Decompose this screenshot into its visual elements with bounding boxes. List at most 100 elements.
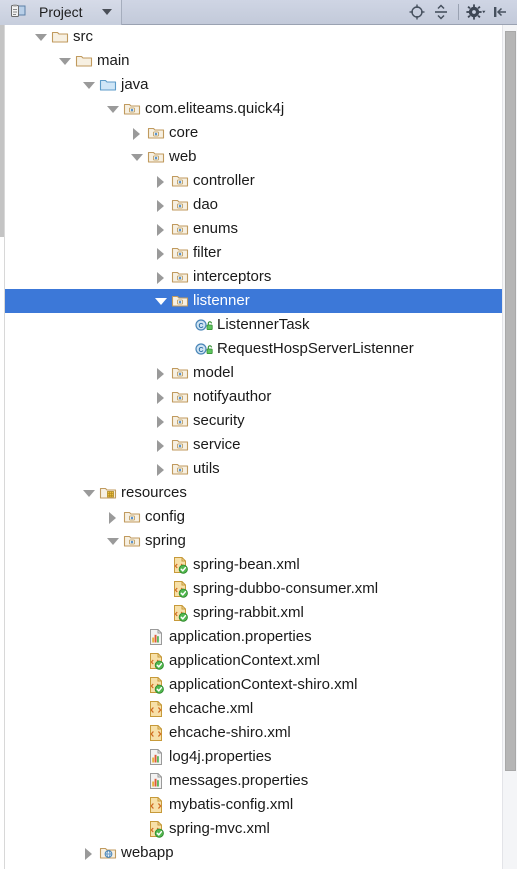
tree-item-applicationcontext-xml[interactable]: applicationContext.xml (0, 649, 517, 673)
tree-item-applicationcontext-shiro-xml[interactable]: applicationContext-shiro.xml (0, 673, 517, 697)
tree-item-spring[interactable]: spring (0, 529, 517, 553)
tree-item-label: utils (193, 460, 220, 477)
xml-plain-icon (147, 796, 165, 814)
tree-item-listennertask[interactable]: C ListennerTask (0, 313, 517, 337)
chevron-down-icon[interactable] (129, 145, 145, 169)
tree-item-spring-bean-xml[interactable]: spring-bean.xml (0, 553, 517, 577)
chevron-right-icon[interactable] (105, 505, 121, 529)
tree-item-label: applicationContext-shiro.xml (169, 676, 358, 693)
tree-item-controller[interactable]: controller (0, 169, 517, 193)
tree-item-com-eliteams-quick4j[interactable]: com.eliteams.quick4j (0, 97, 517, 121)
tree-item-src[interactable]: src (0, 25, 517, 49)
chevron-down-icon[interactable] (57, 49, 73, 73)
tree-item-core[interactable]: core (0, 121, 517, 145)
chevron-right-icon[interactable] (153, 385, 169, 409)
chevron-right-icon[interactable] (81, 841, 97, 865)
chevron-right-icon[interactable] (153, 433, 169, 457)
vertical-scrollbar[interactable] (502, 25, 517, 869)
folder-package-icon (171, 172, 189, 190)
tree-item-label: web (169, 148, 197, 165)
chevron-right-icon[interactable] (129, 121, 145, 145)
tree-item-webapp[interactable]: webapp (0, 841, 517, 865)
tree-item-model[interactable]: model (0, 361, 517, 385)
tree-item-label: RequestHospServerListenner (217, 340, 414, 357)
tree-item-application-properties[interactable]: application.properties (0, 625, 517, 649)
chevron-right-icon[interactable] (153, 169, 169, 193)
tree-item-interceptors[interactable]: interceptors (0, 265, 517, 289)
project-view-icon (10, 3, 28, 21)
xml-spring-icon (147, 820, 165, 838)
chevron-right-icon[interactable] (153, 217, 169, 241)
chevron-down-icon[interactable] (105, 529, 121, 553)
tree-item-spring-dubbo-consumer-xml[interactable]: spring-dubbo-consumer.xml (0, 577, 517, 601)
tree-item-filter[interactable]: filter (0, 241, 517, 265)
chevron-right-icon[interactable] (153, 265, 169, 289)
chevron-right-icon[interactable] (153, 409, 169, 433)
chevron-right-icon[interactable] (153, 193, 169, 217)
tree-item-spring-mvc-xml[interactable]: spring-mvc.xml (0, 817, 517, 841)
tree-item-mybatis-config-xml[interactable]: mybatis-config.xml (0, 793, 517, 817)
chevron-down-icon[interactable] (153, 289, 169, 313)
folder-package-icon (123, 100, 141, 118)
folder-package-icon (123, 508, 141, 526)
folder-package-icon (171, 244, 189, 262)
tree-item-label: config (145, 508, 186, 525)
tree-item-label: security (193, 412, 245, 429)
tree-item-service[interactable]: service (0, 433, 517, 457)
chevron-right-icon[interactable] (153, 241, 169, 265)
tree-item-ehcache-xml[interactable]: ehcache.xml (0, 697, 517, 721)
tree-item-label: dao (193, 196, 219, 213)
tree-item-resources[interactable]: resources (0, 481, 517, 505)
tree-item-notifyauthor[interactable]: notifyauthor (0, 385, 517, 409)
chevron-down-icon[interactable] (102, 9, 112, 15)
folder-package-icon (171, 460, 189, 478)
folder-package-icon (123, 532, 141, 550)
chevron-down-icon[interactable] (81, 481, 97, 505)
hide-icon[interactable] (489, 1, 511, 23)
tree-item-requesthospserverlistenner[interactable]: C RequestHospServerListenner (0, 337, 517, 361)
tree-item-main[interactable]: main (0, 49, 517, 73)
tree-item-label: java (121, 76, 149, 93)
tree-item-utils[interactable]: utils (0, 457, 517, 481)
folder-package-icon (171, 196, 189, 214)
left-scroll-rail-line (4, 25, 5, 869)
tree-item-log4j-properties[interactable]: log4j.properties (0, 745, 517, 769)
settings-gear-icon[interactable] (465, 1, 487, 23)
left-scroll-rail[interactable] (0, 25, 5, 869)
locate-icon[interactable] (406, 1, 428, 23)
xml-spring-icon (147, 676, 165, 694)
tree-item-label: main (97, 52, 130, 69)
tree-item-web[interactable]: web (0, 145, 517, 169)
chevron-right-icon[interactable] (153, 457, 169, 481)
tree-item-config[interactable]: config (0, 505, 517, 529)
chevron-right-icon[interactable] (153, 361, 169, 385)
xml-plain-icon (147, 724, 165, 742)
tree-item-security[interactable]: security (0, 409, 517, 433)
chevron-down-icon[interactable] (81, 73, 97, 97)
tree-item-label: com.eliteams.quick4j (145, 100, 285, 117)
tree-item-messages-properties[interactable]: messages.properties (0, 769, 517, 793)
left-scroll-thumb[interactable] (0, 25, 4, 237)
tree-item-listenner[interactable]: listenner (0, 289, 517, 313)
tree-item-label: webapp (121, 844, 174, 861)
tree-item-enums[interactable]: enums (0, 217, 517, 241)
tree-item-label: interceptors (193, 268, 272, 285)
chevron-down-icon[interactable] (105, 97, 121, 121)
project-tree-panel[interactable]: src main java com.eliteams.quick4j core web co… (0, 25, 517, 869)
tree-item-java[interactable]: java (0, 73, 517, 97)
tree-item-dao[interactable]: dao (0, 193, 517, 217)
tree-item-label: messages.properties (169, 772, 309, 789)
tab-project[interactable]: Project (0, 0, 122, 25)
tree-item-label: ehcache-shiro.xml (169, 724, 291, 741)
vertical-scrollbar-thumb[interactable] (505, 31, 516, 771)
collapse-all-icon[interactable] (430, 1, 452, 23)
tree-item-label: spring-rabbit.xml (193, 604, 304, 621)
folder-package-icon (171, 268, 189, 286)
tree-item-ehcache-shiro-xml[interactable]: ehcache-shiro.xml (0, 721, 517, 745)
chevron-down-icon[interactable] (33, 25, 49, 49)
tree-item-spring-rabbit-xml[interactable]: spring-rabbit.xml (0, 601, 517, 625)
